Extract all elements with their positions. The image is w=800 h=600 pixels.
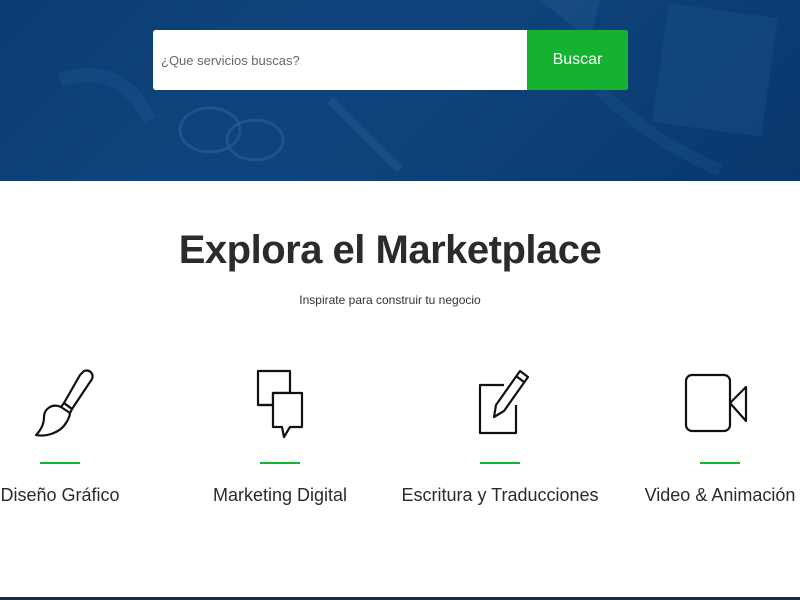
category-escritura-traducciones[interactable]: Escritura y Traducciones bbox=[390, 365, 610, 515]
hero-banner: Buscar bbox=[0, 0, 800, 181]
category-divider bbox=[260, 462, 300, 464]
category-video-animacion[interactable]: Video & Animación bbox=[610, 365, 800, 515]
search-button[interactable]: Buscar bbox=[527, 30, 628, 90]
section-subtitle: Inspirate para construir tu negocio bbox=[299, 293, 481, 307]
video-camera-icon bbox=[684, 373, 748, 433]
hero-background-image bbox=[0, 0, 800, 181]
category-diseno-grafico[interactable]: Diseño Gráfico bbox=[0, 365, 170, 515]
category-divider bbox=[700, 462, 740, 464]
category-divider bbox=[40, 462, 80, 464]
category-label: Video & Animación bbox=[644, 485, 796, 505]
search-input[interactable] bbox=[153, 30, 527, 90]
section-title: Explora el Marketplace bbox=[178, 228, 602, 272]
category-label: Escritura y Traducciones bbox=[401, 485, 599, 505]
search-bar: Buscar bbox=[153, 30, 628, 90]
category-label: Marketing Digital bbox=[212, 485, 348, 505]
category-marketing-digital[interactable]: Marketing Digital bbox=[170, 365, 390, 515]
pencil-edit-icon bbox=[478, 369, 530, 435]
paintbrush-icon bbox=[34, 369, 94, 437]
category-label: Diseño Gráfico bbox=[0, 485, 120, 505]
category-divider bbox=[480, 462, 520, 464]
category-list: Diseño Gráfico Marketing Digital Escritu… bbox=[0, 365, 800, 525]
chat-bubbles-icon bbox=[256, 369, 304, 439]
